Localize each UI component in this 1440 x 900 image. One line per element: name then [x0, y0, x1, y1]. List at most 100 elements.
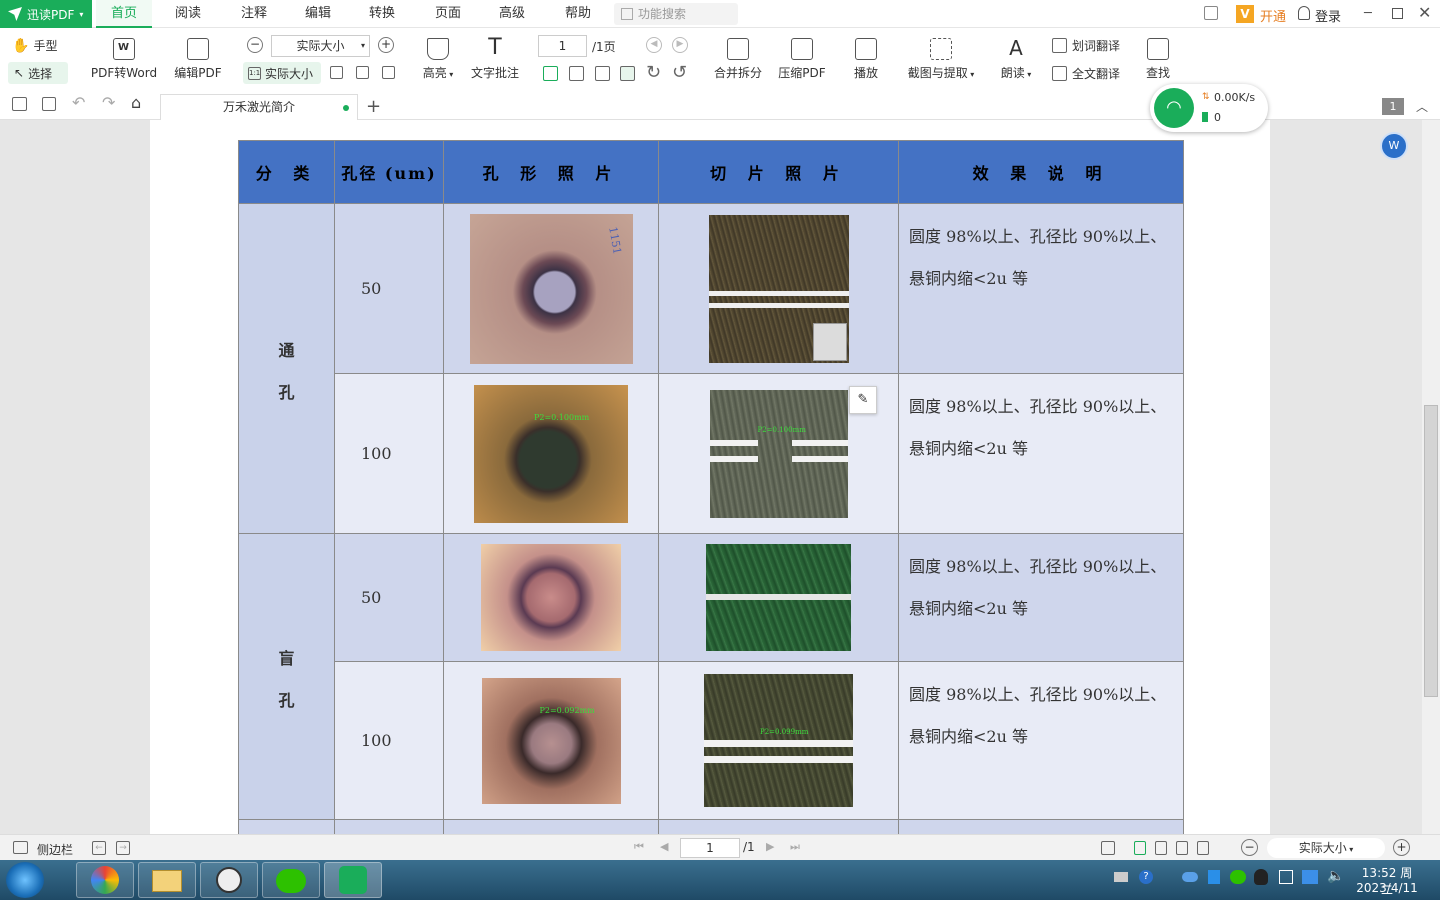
zoom-in-icon[interactable]: +: [378, 37, 394, 53]
single-page-icon[interactable]: [543, 66, 558, 81]
play-button[interactable]: 播放: [848, 38, 884, 81]
app-brand-button[interactable]: 迅读PDF ▾: [0, 0, 92, 28]
forward-icon[interactable]: →: [116, 841, 130, 855]
full-translate-button[interactable]: 全文翻译: [1052, 65, 1120, 82]
taskbar-date[interactable]: 2023/4/11: [1356, 881, 1418, 895]
vip-icon: V: [1236, 5, 1254, 23]
edit-pencil-icon[interactable]: ✎: [849, 386, 877, 414]
sidebar-toggle-label[interactable]: 侧边栏: [37, 841, 73, 858]
menu-help[interactable]: 帮助: [552, 0, 604, 28]
last-page-icon[interactable]: ⏭: [790, 840, 800, 854]
network-icon[interactable]: [1279, 870, 1293, 884]
book-view-icon[interactable]: [1197, 841, 1209, 855]
read-aloud-button[interactable]: A 朗读 ▾: [994, 38, 1038, 81]
open-vip-link[interactable]: 开通: [1260, 6, 1286, 25]
share-icon[interactable]: [1204, 6, 1218, 20]
select-tool-button[interactable]: ↖ 选择: [8, 62, 68, 84]
table-row: 盲 孔 50 圆度 98%以上、孔径比 90%以上、悬铜内缩<2u 等: [238, 533, 1184, 820]
slice-photo-cell: P2=0.099mm: [658, 661, 899, 820]
menu-advanced[interactable]: 高级: [486, 0, 538, 28]
page-number-input[interactable]: 1: [538, 35, 587, 57]
first-page-icon[interactable]: ⏮: [634, 840, 644, 854]
zoom-select[interactable]: 实际大小 ▾: [271, 35, 370, 57]
wechat-tray-icon[interactable]: [1230, 870, 1246, 884]
text-mode-icon[interactable]: [382, 66, 395, 79]
menu-read[interactable]: 阅读: [162, 0, 214, 28]
screenshot-extract-button[interactable]: 截图与提取 ▾: [904, 38, 978, 81]
collapse-ribbon-icon[interactable]: ︿: [1416, 98, 1428, 115]
bluetooth-icon[interactable]: [1208, 870, 1220, 884]
undo-icon[interactable]: ↶: [72, 93, 85, 112]
two-page-icon[interactable]: [569, 66, 584, 81]
taskbar-explorer[interactable]: [138, 862, 196, 898]
status-page-input[interactable]: 1: [680, 838, 740, 858]
taskbar-wechat[interactable]: [262, 862, 320, 898]
actual-size-button[interactable]: 1:1 实际大小: [243, 62, 321, 84]
fit-page-icon[interactable]: [330, 66, 343, 79]
highlight-button[interactable]: 高亮 ▾: [418, 38, 458, 81]
zoom-out-icon[interactable]: −: [1241, 839, 1258, 856]
next-page-icon[interactable]: ▶: [766, 840, 774, 853]
prev-page-icon[interactable]: ◀: [660, 840, 668, 853]
annotation-mode-icon[interactable]: [1101, 841, 1115, 855]
restore-button[interactable]: [1392, 8, 1403, 19]
status-zoom-value: 实际大小: [1298, 841, 1347, 855]
taskbar-browser[interactable]: [76, 862, 134, 898]
tab-document[interactable]: 万禾激光简介: [160, 94, 358, 120]
home-icon[interactable]: ⌂: [131, 93, 141, 112]
screenshot-label: 截图与提取: [907, 66, 968, 80]
status-bar: 侧边栏 ← → ⏮ ◀ 1 /1 ▶ ⏭ − 实际大小 ▾ +: [0, 834, 1440, 860]
pdf-to-word-button[interactable]: W PDF转Word: [90, 38, 158, 81]
compress-icon: [791, 38, 813, 60]
start-button[interactable]: [6, 862, 44, 898]
menu-annotate[interactable]: 注释: [228, 0, 280, 28]
find-icon: [1147, 38, 1169, 60]
help-icon[interactable]: ?: [1139, 870, 1153, 884]
tray-app-icon[interactable]: [1302, 870, 1318, 884]
grid-view-icon[interactable]: [595, 66, 610, 81]
sidebar-icon[interactable]: [13, 841, 28, 854]
rotate-clockwise-icon[interactable]: ↻: [646, 62, 661, 83]
merge-split-icon: [727, 38, 749, 60]
zoom-in-icon[interactable]: +: [1393, 839, 1410, 856]
word-convert-float-icon[interactable]: W: [1380, 132, 1408, 160]
menu-home[interactable]: 首页: [96, 0, 152, 28]
taskbar-app-avatar[interactable]: [200, 862, 258, 898]
scrollbar-thumb[interactable]: [1424, 405, 1438, 697]
menu-convert[interactable]: 转换: [356, 0, 408, 28]
new-tab-button[interactable]: +: [366, 96, 381, 117]
menu-page[interactable]: 页面: [422, 0, 474, 28]
merge-split-button[interactable]: 合并拆分: [710, 38, 766, 81]
prev-page-icon[interactable]: ◀: [646, 37, 662, 53]
function-search-input[interactable]: 功能搜索: [614, 3, 738, 25]
qq-icon[interactable]: [1254, 869, 1268, 885]
login-link[interactable]: 登录: [1315, 6, 1341, 25]
cloud-icon[interactable]: [1182, 872, 1198, 882]
continuous-view-icon[interactable]: [620, 66, 635, 81]
volume-icon[interactable]: 🔈: [1327, 868, 1344, 884]
taskbar-pdf-reader[interactable]: [324, 862, 382, 898]
text-comment-button[interactable]: T 文字批注: [468, 37, 522, 81]
redo-icon[interactable]: ↷: [102, 93, 115, 112]
keyboard-icon[interactable]: [1114, 872, 1128, 882]
zoom-out-icon[interactable]: −: [247, 37, 263, 53]
print-icon[interactable]: [12, 97, 27, 111]
menu-edit[interactable]: 编辑: [292, 0, 344, 28]
rotate-counterclockwise-icon[interactable]: ↺: [672, 62, 687, 83]
find-button[interactable]: 查找: [1142, 38, 1174, 81]
save-icon[interactable]: [42, 97, 56, 111]
status-zoom-select[interactable]: 实际大小 ▾: [1267, 838, 1385, 858]
close-button[interactable]: ✕: [1418, 3, 1431, 22]
double-page-view-icon[interactable]: [1155, 841, 1167, 855]
fit-width-icon[interactable]: [356, 66, 369, 79]
continuous-view-icon[interactable]: [1176, 841, 1188, 855]
compress-pdf-button[interactable]: 压缩PDF: [774, 38, 830, 81]
word-translate-button[interactable]: 划词翻译: [1052, 37, 1120, 54]
single-page-view-icon[interactable]: [1134, 841, 1146, 855]
back-icon[interactable]: ←: [92, 841, 106, 855]
edit-pdf-button[interactable]: 编辑PDF: [170, 38, 226, 81]
next-page-icon[interactable]: ▶: [672, 37, 688, 53]
minimize-button[interactable]: ─: [1364, 6, 1372, 21]
hole-photo-cell: [443, 533, 659, 662]
hand-tool-button[interactable]: ✋ 手型: [12, 37, 57, 54]
